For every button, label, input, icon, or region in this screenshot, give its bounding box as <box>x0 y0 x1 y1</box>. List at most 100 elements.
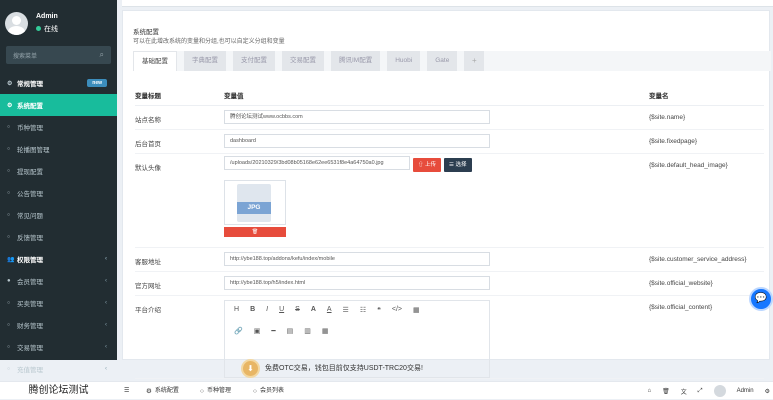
sidebar-item-label: 买卖管理 <box>17 301 43 308</box>
user-name: Admin <box>36 12 58 20</box>
sidebar-item-label: 公告管理 <box>17 191 43 198</box>
chat-bubble-icon[interactable]: 💬 <box>749 287 773 311</box>
logo[interactable]: 腾创论坛测试 <box>0 382 117 400</box>
editor-text: 免费OTC交易，钱包目前仅支持USDT-TRC20交易! <box>265 365 423 372</box>
users-icon: 👥 <box>7 256 15 263</box>
nav-tab-system-config[interactable]: ⚙ 系统配置 <box>146 382 179 400</box>
select-label: 选择 <box>455 161 467 168</box>
menu-toggle-icon[interactable]: ☰ <box>124 382 129 400</box>
chevron-left-icon: ‹ <box>105 322 107 328</box>
select-button[interactable]: ☰ 选择 <box>444 157 472 172</box>
jpg-file-icon: JPG <box>237 183 271 222</box>
upload-label: 上传 <box>425 161 437 168</box>
nav-tab-label: 币种管理 <box>206 387 231 394</box>
sidebar-item[interactable]: ○ 充值管理 ‹ <box>0 358 117 380</box>
editor-tool-icon[interactable]: A <box>327 306 332 314</box>
nav-tab-label: 会员列表 <box>259 387 284 394</box>
main-content: 系统配置 可以在此增改系统的变量和分组,也可以自定义分组和变量 基础配置 字典配置… <box>117 0 773 379</box>
online-status-text: 在线 <box>44 25 58 33</box>
editor-content[interactable]: ⬇ 免费OTC交易，钱包目前仅支持USDT-TRC20交易! <box>241 358 423 378</box>
home-icon[interactable]: ⌂ <box>648 388 652 394</box>
sidebar-item[interactable]: ○ 交易管理 ‹ <box>0 336 117 358</box>
sidebar-item[interactable]: ○ 轮播图管理 <box>0 138 117 160</box>
sidebar-item[interactable]: ○ 常见问题 <box>0 204 117 226</box>
tab-config[interactable]: 基础配置 <box>133 51 177 71</box>
header-title: 变量标题 <box>135 85 224 106</box>
admin-name[interactable]: Admin <box>737 388 754 394</box>
editor-tool-icon[interactable]: ━ <box>271 327 275 335</box>
sidebar-menu: ⚙ 常规管理 new ⚙ 系统配置 ○ 币种管理 ○ 轮播图管理 ○ 提现配置 ○ 公告管理 ○ 常见问题 ○… <box>0 72 117 380</box>
rich-text-editor[interactable]: H B I U S A A ☰ ☷ ❝ </> ▦ 🔗 ▣ ━ ▤ ▥ ▦ ⬇ 免费OTC交易，钱包目前仅支持US… <box>224 299 490 378</box>
sidebar-search-input[interactable]: 搜索菜单 ⌕ <box>6 46 111 64</box>
avatar[interactable] <box>5 11 28 35</box>
tab-config[interactable]: Gate <box>427 51 458 71</box>
sidebar-item-label: 币种管理 <box>17 125 43 132</box>
search-icon[interactable]: ⌕ <box>100 50 104 60</box>
row-title: 默认头像 <box>135 153 224 248</box>
sidebar-item[interactable]: ⚙ 系统配置 <box>0 94 117 116</box>
table-row: 默认头像 /uploads/20210329/3bd08b05168e62ee6… <box>135 153 764 248</box>
editor-tool-icon[interactable]: ❝ <box>377 306 381 314</box>
circle-icon: ○ <box>7 344 11 350</box>
language-icon[interactable]: 文 <box>681 387 687 396</box>
delete-image-button[interactable]: 🗑 <box>224 226 286 237</box>
tab-config[interactable]: 字典配置 <box>184 51 226 71</box>
trash-icon[interactable]: 🗑 <box>662 388 670 395</box>
row-variable-name: {$site.name} <box>649 105 764 130</box>
editor-tool-icon[interactable]: ☷ <box>360 306 366 314</box>
sidebar-item[interactable]: ⚙ 常规管理 new <box>0 72 117 94</box>
editor-tool-icon[interactable]: ▥ <box>304 327 311 335</box>
sidebar-item[interactable]: ○ 买卖管理 ‹ <box>0 292 117 314</box>
official-website-input[interactable]: http://ybe188.top/h5/index.html <box>224 275 490 290</box>
user-icon: ● <box>7 278 11 284</box>
table-row: 客服地址 http://ybe188.top/addons/kefu/index… <box>135 247 764 272</box>
sidebar-item[interactable]: ○ 提现配置 <box>0 160 117 182</box>
editor-tool-icon[interactable]: A <box>311 306 316 314</box>
site-name-input[interactable]: 腾创论坛测试www.ocbbs.com <box>224 109 490 124</box>
settings-icon[interactable]: ⚙ <box>765 388 770 395</box>
sidebar-item-label: 权限管理 <box>17 257 43 264</box>
circle-icon: ○ <box>7 234 11 240</box>
editor-tool-icon[interactable]: H <box>234 306 239 314</box>
sidebar-item[interactable]: ○ 财务管理 ‹ <box>0 314 117 336</box>
editor-tool-icon[interactable]: </> <box>392 306 402 314</box>
avatar-path-input[interactable]: /uploads/20210329/3bd08b05168e62ee6531f8… <box>224 155 410 170</box>
fixedpage-input[interactable]: dashboard <box>224 133 490 148</box>
sidebar-item[interactable]: ○ 公告管理 <box>0 182 117 204</box>
topbar-right: ⌂ 🗑 文 ⤢ Admin ⚙ <box>648 382 773 400</box>
sidebar-item-label: 系统配置 <box>17 103 43 110</box>
top-strip <box>122 0 773 7</box>
editor-tool-icon[interactable]: ☰ <box>343 306 349 314</box>
editor-tool-icon[interactable]: I <box>266 306 268 314</box>
customer-service-input[interactable]: http://ybe188.top/addons/kefu/index/mobi… <box>224 251 490 266</box>
tab-config[interactable]: 交易配置 <box>282 51 324 71</box>
tab-config[interactable]: Huobi <box>387 51 421 71</box>
tab-config[interactable]: 腾讯IM配置 <box>331 51 381 71</box>
nav-tab-coin-management[interactable]: ○ 币种管理 <box>200 382 231 400</box>
editor-tool-icon[interactable]: ▦ <box>322 327 329 335</box>
fullscreen-icon[interactable]: ⤢ <box>698 388 703 395</box>
editor-tool-icon[interactable]: U <box>279 306 284 314</box>
sidebar-item[interactable]: 👥 权限管理 ‹ <box>0 248 117 270</box>
sidebar-item-label: 提现配置 <box>17 169 43 176</box>
header-name: 变量名 <box>649 85 764 106</box>
sidebar-item[interactable]: ○ 反馈管理 <box>0 226 117 248</box>
jpg-tag: JPG <box>237 201 271 214</box>
editor-tool-icon[interactable]: ▣ <box>254 327 261 335</box>
sidebar-item[interactable]: ● 会员管理 ‹ <box>0 270 117 292</box>
sidebar-item[interactable]: ○ 币种管理 <box>0 116 117 138</box>
editor-tool-icon[interactable]: ▤ <box>287 327 294 335</box>
avatar[interactable] <box>713 385 726 397</box>
tab-config[interactable]: 支付配置 <box>233 51 275 71</box>
editor-tool-icon[interactable]: B <box>250 306 255 314</box>
editor-tool-icon[interactable]: S <box>295 306 300 314</box>
add-tab-button[interactable]: + <box>464 51 485 71</box>
editor-tool-icon[interactable]: ▦ <box>413 306 420 314</box>
upload-icon: ⇧ <box>418 161 426 168</box>
upload-button[interactable]: ⇧ 上传 <box>413 157 442 172</box>
config-tabs: 基础配置 字典配置 支付配置 交易配置 腾讯IM配置 Huobi Gate + <box>133 51 771 71</box>
editor-tool-icon[interactable]: 🔗 <box>234 327 243 335</box>
config-table: 变量标题 变量值 变量名 站点名称 腾创论坛测试www.ocbbs.com {$… <box>135 85 764 379</box>
image-preview[interactable]: JPG <box>224 179 286 225</box>
nav-tab-member-list[interactable]: ○ 会员列表 <box>253 382 284 400</box>
